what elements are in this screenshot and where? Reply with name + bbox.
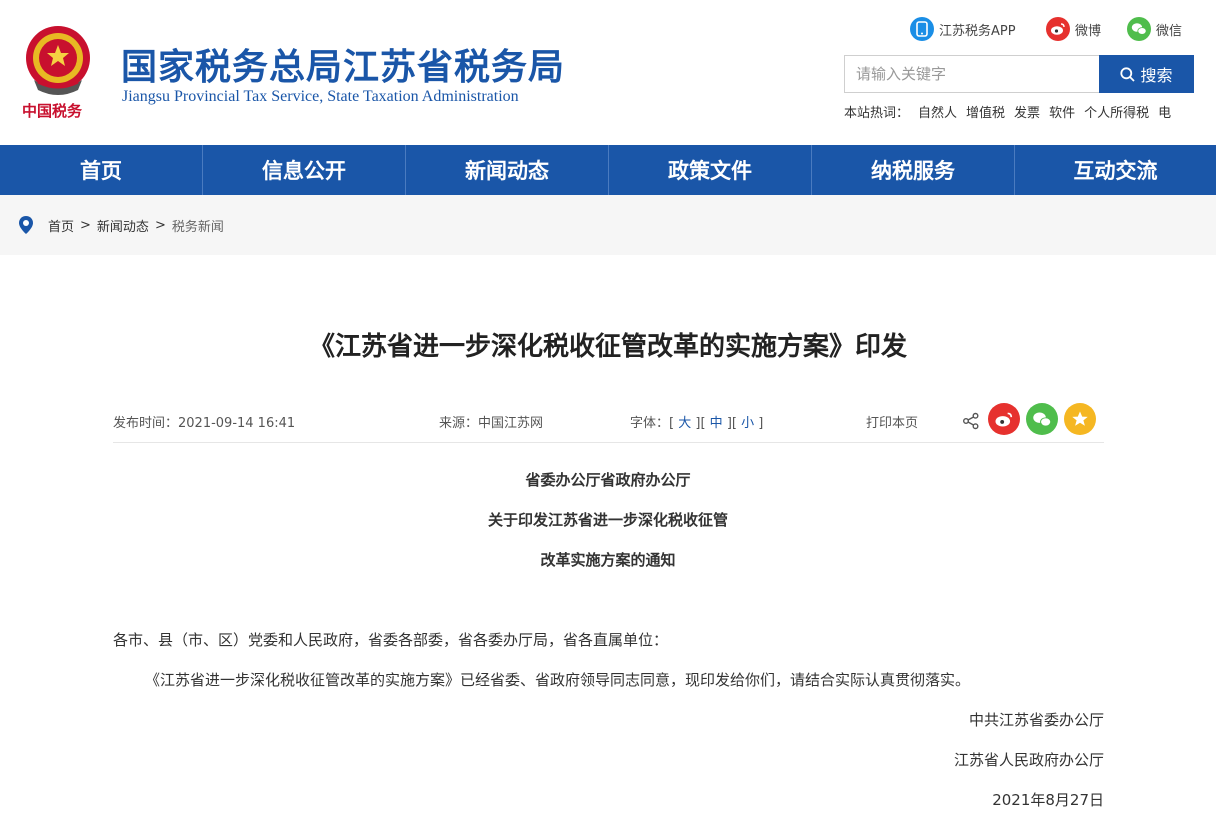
meta-divider [113,442,1104,443]
nav-item-home[interactable]: 首页 [0,145,203,195]
share-icon[interactable] [962,412,980,434]
share-wechat-button[interactable] [1026,403,1058,435]
weibo-link[interactable]: 微博 [1046,16,1101,42]
hotword-item[interactable]: 自然人 [918,106,957,121]
hotword-item[interactable]: 软件 [1049,106,1075,121]
notice-heading-line: 关于印发江苏省进一步深化税收征管 [487,511,728,529]
font-size-large[interactable]: 大 [678,416,691,431]
wechat-link-label: 微信 [1156,23,1183,39]
hotword-item[interactable]: 电 [1158,106,1171,121]
notice-heading-line: 省委办公厅省政府办公厅 [525,471,691,489]
location-pin-icon [19,216,33,234]
breadcrumb-separator: > [80,217,91,233]
hotword-item[interactable]: 发票 [1014,106,1040,121]
nav-item-tax-service[interactable]: 纳税服务 [812,145,1015,195]
hotwords-bar: 本站热词： 自然人 增值税 发票 软件 个人所得税电 [844,102,1194,121]
breadcrumb-home[interactable]: 首页 [48,216,74,235]
breadcrumb-news[interactable]: 新闻动态 [97,216,149,235]
logo-text: 中国税务 [22,102,83,120]
article-paragraph: 各市、县（市、区）党委和人民政府，省委各部委，省各委办厅局，省各直属单位： [113,631,669,649]
star-icon [1072,411,1088,426]
wechat-icon [1127,17,1151,41]
site-title[interactable]: 国家税务总局江苏省税务局 [121,38,565,90]
app-link[interactable]: 江苏税务APP [910,16,1016,42]
article-source: 来源：中国江苏网 [439,416,544,431]
signature-line: 中共江苏省委办公厅 [968,711,1104,729]
breadcrumb-bar: 首页 > 新闻动态 > 税务新闻 [0,195,1216,255]
font-size-label: 字体： [630,416,670,431]
article-paragraph: 《江苏省进一步深化税收征管改革的实施方案》已经省委、省政府领导同志同意，现印发给… [145,671,971,689]
font-size-small[interactable]: 小 [741,416,754,431]
wechat-link[interactable]: 微信 [1127,16,1182,42]
signature-line: 江苏省人民政府办公厅 [953,751,1104,769]
breadcrumb: 首页 > 新闻动态 > 税务新闻 [18,215,224,235]
notice-heading-line: 改革实施方案的通知 [540,551,676,569]
nav-item-info-disclosure[interactable]: 信息公开 [203,145,406,195]
search-button-label: 搜索 [1140,66,1173,85]
search-input[interactable]: 请输入关键字 [844,55,1100,93]
wechat-icon [1033,411,1052,427]
weibo-link-label: 微博 [1075,23,1102,39]
search-button[interactable]: 搜索 [1099,55,1194,93]
nav-item-policy[interactable]: 政策文件 [609,145,812,195]
site-subtitle: Jiangsu Provincial Tax Service, State Ta… [122,88,519,105]
weibo-icon [995,412,1013,427]
publish-time: 发布时间：2021-09-14 16:41 [113,416,296,431]
font-size-selector: 字体：[ 大 ][ 中 ][ 小 ] [630,416,764,431]
breadcrumb-separator: > [154,217,166,233]
hotword-item[interactable]: 个人所得税 [1084,106,1149,121]
weibo-icon [1046,17,1070,41]
breadcrumb-current[interactable]: 税务新闻 [172,216,224,235]
site-header: 中国税务 国家税务总局江苏省税务局 Jiangsu Provincial Tax… [0,0,1216,145]
main-nav: 首页 信息公开 新闻动态 政策文件 纳税服务 互动交流 [0,145,1216,195]
search-icon [1120,66,1136,82]
font-size-medium[interactable]: 中 [710,416,723,431]
nav-item-interaction[interactable]: 互动交流 [1015,145,1216,195]
hotwords-label: 本站热词： [844,106,910,121]
signature-date: 2021年8月27日 [992,791,1104,809]
print-page-link[interactable]: 打印本页 [866,412,918,431]
share-weibo-button[interactable] [988,403,1020,435]
app-link-label: 江苏税务APP [939,23,1016,39]
article-title: 《江苏省进一步深化税收征管改革的实施方案》印发 [308,332,907,362]
nav-item-news[interactable]: 新闻动态 [406,145,609,195]
phone-app-icon [910,17,934,41]
hotword-item[interactable]: 增值税 [966,106,1005,121]
favorite-button[interactable] [1064,403,1096,435]
